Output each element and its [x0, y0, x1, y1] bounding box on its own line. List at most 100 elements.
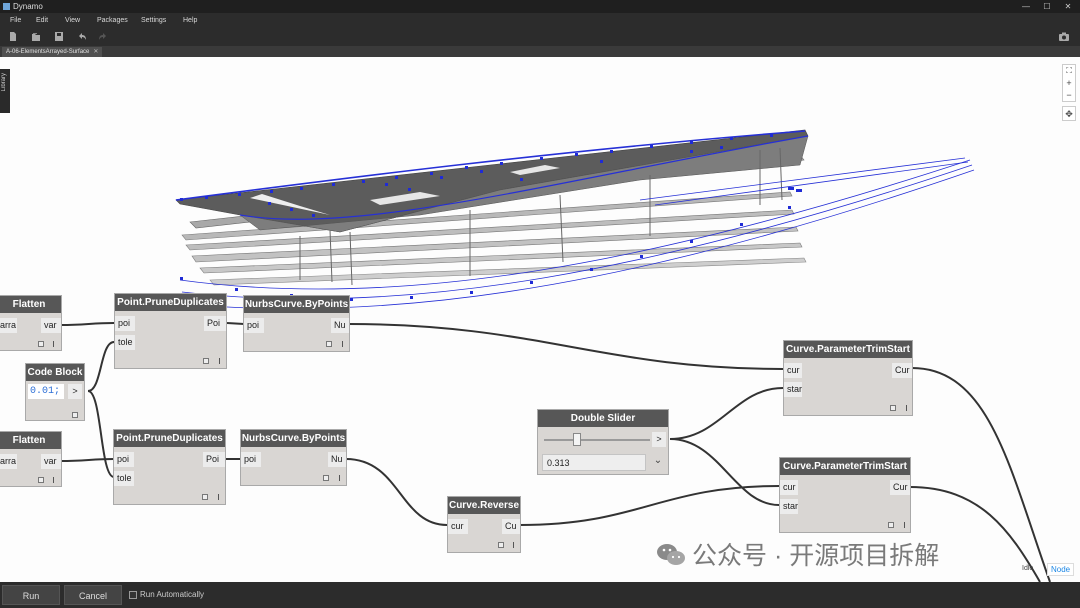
menu-settings[interactable]: Settings: [141, 13, 166, 28]
menu-help[interactable]: Help: [183, 13, 197, 28]
input-port-tolerance[interactable]: tole: [115, 335, 135, 350]
input-port-tolerance[interactable]: tole: [114, 471, 134, 486]
wire-reverse-trim2: [519, 485, 780, 526]
output-port[interactable]: Nu: [328, 452, 346, 467]
input-port-points[interactable]: poi: [241, 452, 261, 467]
run-automatically-label: Run Automatically: [140, 590, 205, 599]
preview-toggle-icon[interactable]: [326, 341, 332, 347]
wire-flatten1-prune1: [60, 322, 115, 326]
undo-icon[interactable]: [77, 31, 87, 42]
preview-toggle-icon[interactable]: [203, 358, 209, 364]
library-toggle[interactable]: Library: [0, 69, 10, 113]
zoom-out-icon[interactable]: −: [1063, 89, 1075, 101]
node-flatten-1[interactable]: Flatten arra var: [0, 295, 62, 351]
node-badge: Node: [1047, 563, 1075, 576]
wire-prune1-nurbs1: [226, 322, 245, 325]
graph-canvas[interactable]: Library ⛶ + − ✥ Flatten arra var Code Bl…: [0, 57, 1080, 582]
lacing-icon: [219, 358, 220, 364]
output-port[interactable]: Nu: [331, 318, 349, 333]
node-curve-parameter-trim-start-1[interactable]: Curve.ParameterTrimStart cur star Cur: [783, 340, 913, 416]
tab-label: A-06-ElementsArrayed-Surface: [6, 49, 90, 55]
output-port-var[interactable]: var: [41, 454, 61, 469]
preview-toggle-icon[interactable]: [72, 412, 78, 418]
slider-value-field[interactable]: 0.313: [542, 454, 646, 471]
output-port[interactable]: Cur: [890, 480, 910, 495]
wire-slider-trim1: [669, 387, 784, 440]
menu-file[interactable]: File: [10, 13, 21, 28]
camera-icon[interactable]: [1058, 31, 1069, 42]
lacing-icon: [53, 341, 54, 347]
menu-view[interactable]: View: [65, 13, 80, 28]
output-port[interactable]: Cur: [892, 363, 912, 378]
redo-icon[interactable]: [98, 31, 108, 42]
node-title: Flatten: [0, 432, 61, 449]
node-double-slider[interactable]: Double Slider > 0.313 ⌄: [537, 409, 669, 475]
preview-toggle-icon[interactable]: [498, 542, 504, 548]
preview-toggle-icon[interactable]: [202, 494, 208, 500]
menu-edit[interactable]: Edit: [36, 13, 48, 28]
input-port-start-parameter[interactable]: star: [784, 382, 802, 397]
output-port[interactable]: Poi: [203, 452, 225, 467]
tab-workspace[interactable]: A-06-ElementsArrayed-Surface ✕: [2, 47, 103, 57]
node-nurbs-curve-by-points-2[interactable]: NurbsCurve.ByPoints poi Nu: [240, 429, 347, 486]
preview-toggle-icon[interactable]: [38, 341, 44, 347]
zoom-in-icon[interactable]: +: [1063, 77, 1075, 89]
open-file-icon[interactable]: [31, 31, 41, 42]
input-port-curve[interactable]: cur: [448, 519, 468, 534]
input-port-array[interactable]: arra: [0, 318, 17, 333]
node-title: NurbsCurve.ByPoints: [244, 296, 349, 313]
slider-track[interactable]: [544, 439, 650, 441]
lacing-icon: [513, 542, 514, 548]
output-port[interactable]: Cu: [502, 519, 520, 534]
save-icon[interactable]: [54, 31, 64, 42]
menu-packages[interactable]: Packages: [97, 13, 128, 28]
node-curve-reverse[interactable]: Curve.Reverse cur Cu: [447, 496, 521, 553]
wire-codeblock-prune2: [87, 390, 115, 478]
node-nurbs-curve-by-points-1[interactable]: NurbsCurve.ByPoints poi Nu: [243, 295, 350, 352]
pan-icon[interactable]: ✥: [1062, 106, 1076, 121]
wire-nurbs2-reverse: [345, 458, 448, 526]
cancel-button[interactable]: Cancel: [64, 585, 122, 605]
output-port-var[interactable]: var: [41, 318, 61, 333]
slider-expand-icon[interactable]: ⌄: [650, 454, 666, 471]
close-window-button[interactable]: ✕: [1058, 0, 1078, 13]
output-port[interactable]: Poi: [204, 316, 226, 331]
node-point-prune-duplicates-2[interactable]: Point.PruneDuplicates poi tole Poi: [113, 429, 226, 505]
preview-toggle-icon[interactable]: [38, 477, 44, 483]
input-port-start-parameter[interactable]: star: [780, 499, 798, 514]
wechat-icon: [657, 544, 685, 565]
input-port-points[interactable]: poi: [244, 318, 264, 333]
preview-toggle-icon[interactable]: [890, 405, 896, 411]
run-automatically-checkbox[interactable]: [129, 591, 137, 599]
input-port-curve[interactable]: cur: [780, 480, 798, 495]
zoom-controls: ⛶ + −: [1062, 64, 1076, 102]
lacing-icon: [218, 494, 219, 500]
wire-nurbs1-trim1: [347, 323, 784, 370]
execution-bar: Run Cancel Run Automatically: [0, 582, 1080, 608]
node-flatten-2[interactable]: Flatten arra var: [0, 431, 62, 487]
minimize-button[interactable]: —: [1016, 0, 1036, 13]
node-point-prune-duplicates-1[interactable]: Point.PruneDuplicates poi tole Poi: [114, 293, 227, 369]
input-port-curve[interactable]: cur: [784, 363, 802, 378]
lacing-icon: [904, 522, 905, 528]
node-code-block[interactable]: Code Block 0.01; >: [25, 363, 85, 421]
node-title: Curve.Reverse: [448, 497, 520, 514]
new-file-icon[interactable]: [8, 31, 18, 42]
preview-toggle-icon[interactable]: [888, 522, 894, 528]
lacing-icon: [339, 475, 340, 481]
run-button[interactable]: Run: [2, 585, 60, 605]
code-block-editor[interactable]: 0.01;: [28, 384, 64, 399]
input-port-points[interactable]: poi: [115, 316, 135, 331]
maximize-button[interactable]: ☐: [1037, 0, 1057, 13]
tab-bar: A-06-ElementsArrayed-Surface ✕: [0, 46, 1080, 57]
tab-close-icon[interactable]: ✕: [93, 49, 98, 55]
input-port-points[interactable]: poi: [114, 452, 134, 467]
zoom-fit-icon[interactable]: ⛶: [1063, 65, 1075, 77]
input-port-array[interactable]: arra: [0, 454, 17, 469]
preview-toggle-icon[interactable]: [323, 475, 329, 481]
dynamo-app-icon: [3, 3, 10, 10]
slider-thumb[interactable]: [573, 433, 582, 446]
output-port[interactable]: >: [652, 432, 666, 447]
node-curve-parameter-trim-start-2[interactable]: Curve.ParameterTrimStart cur star Cur: [779, 457, 911, 533]
output-port[interactable]: >: [68, 384, 82, 399]
